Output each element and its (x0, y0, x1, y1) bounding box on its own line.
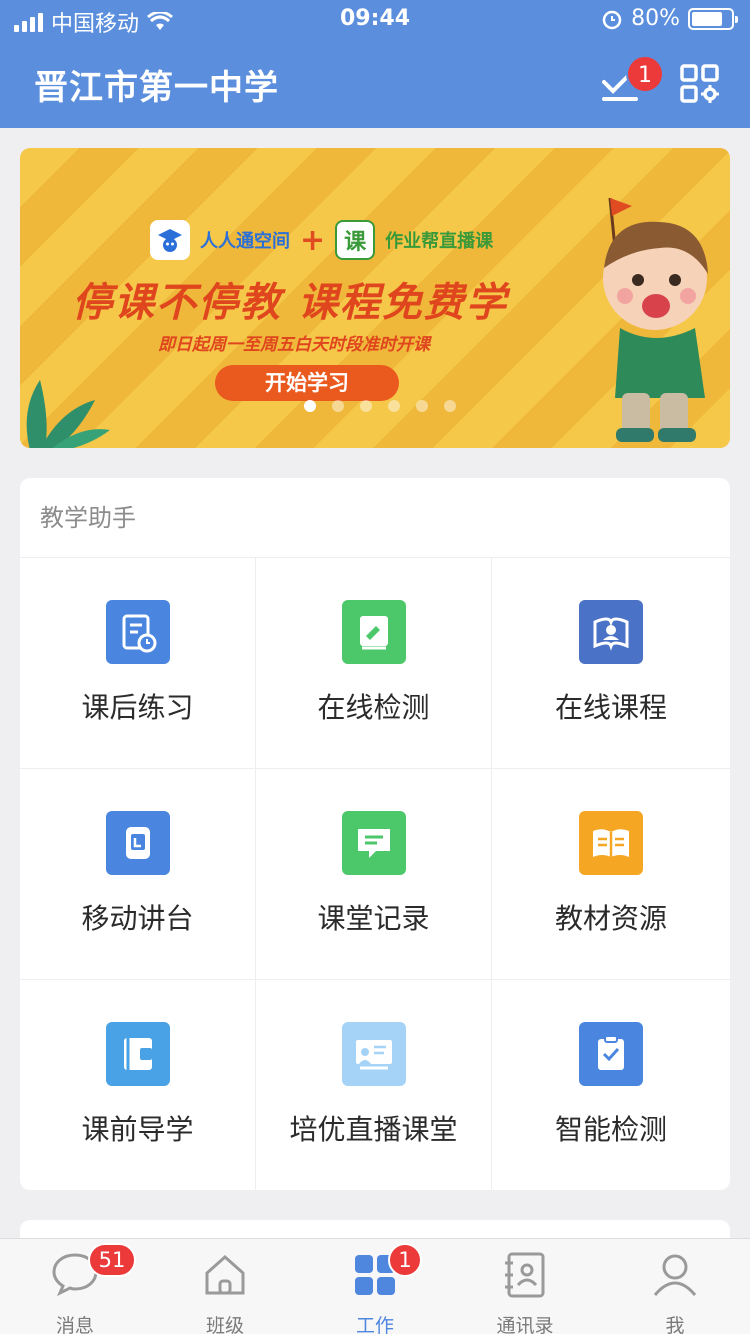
tab-item[interactable]: 班级 (150, 1239, 300, 1334)
feature-label: 课前导学 (81, 1113, 194, 1146)
banner-headline: 停课不停教 课程免费学 (72, 280, 508, 326)
feature-label: 在线课程 (554, 691, 667, 724)
page-title: 晋江市第一中学 (34, 68, 279, 108)
tab-label: 我 (665, 1315, 685, 1334)
tab-badge: 1 (388, 1243, 422, 1277)
plus-sign: + (300, 222, 326, 258)
battery-percent: 80% (631, 6, 680, 31)
contacts-book-icon (499, 1249, 551, 1305)
tab-item[interactable]: 我 (600, 1239, 750, 1334)
feature-label: 培优直播课堂 (289, 1113, 458, 1146)
tab-item[interactable]: 消息 51 (0, 1239, 150, 1334)
battery-icon (688, 7, 738, 30)
class-record-icon (341, 811, 406, 875)
pagination-dot[interactable] (388, 400, 400, 412)
banner-subline: 即日起周一至周五白天时段准时开课 (158, 335, 430, 355)
banner-pagination[interactable] (304, 400, 456, 412)
tab-label: 工作 (355, 1315, 394, 1334)
alarm-icon (602, 10, 622, 29)
cartoon-kid-illustration (603, 197, 708, 442)
tab-badge: 51 (88, 1243, 136, 1277)
tab-label: 消息 (55, 1315, 94, 1334)
feature-tile[interactable]: 课前导学 (20, 980, 256, 1190)
pagination-dot[interactable] (332, 400, 344, 412)
todo-badge: 1 (626, 55, 664, 93)
mobile-podium-icon (105, 811, 170, 875)
online-test-icon (341, 600, 406, 664)
feature-tile[interactable]: 智能检测 (492, 980, 730, 1190)
section-title: 教学助手 (20, 478, 730, 558)
feature-tile[interactable]: 教材资源 (492, 769, 730, 980)
renrentong-logo-icon (150, 220, 190, 260)
scan-settings-icon[interactable] (680, 64, 720, 104)
feature-tile[interactable]: 在线课程 (492, 558, 730, 769)
app-header: 中国移动 09:44 80% 晋江市第一中学 1 (0, 0, 750, 128)
feature-label: 课堂记录 (317, 902, 430, 935)
preview-guide-icon (105, 1022, 170, 1086)
live-class-icon (341, 1022, 406, 1086)
textbook-icon (579, 811, 643, 875)
brand-renrentong: 人人通空间 (200, 231, 290, 252)
leaf-decoration-icon (26, 380, 110, 448)
pagination-dot[interactable] (444, 400, 456, 412)
tab-label: 班级 (205, 1315, 244, 1334)
feature-label: 移动讲台 (81, 902, 194, 935)
brand-zuoyebang: 作业帮直播课 (385, 231, 494, 252)
pagination-dot[interactable] (304, 400, 316, 412)
feature-tile[interactable]: 移动讲台 (20, 769, 256, 980)
smart-test-icon (579, 1022, 643, 1086)
profile-icon (649, 1249, 701, 1305)
feature-tile[interactable]: 课后练习 (20, 558, 256, 769)
teaching-assistant-card: 教学助手 课后练习 在线检测 在线课程移动讲台 课堂记录 教材资源课前导学 培优直播课堂 智… (20, 478, 730, 1190)
feature-label: 智能检测 (554, 1113, 667, 1146)
promo-banner[interactable]: 人人通空间 + 课 作业帮直播课 停课不停教 课程免费学 即日起周一至周五白天时… (20, 148, 730, 448)
feature-tile[interactable]: 在线检测 (256, 558, 492, 769)
tab-item[interactable]: 工作 1 (300, 1239, 450, 1334)
feature-label: 在线检测 (317, 691, 430, 724)
home-icon (199, 1249, 251, 1305)
bottom-tab-bar: 消息 51 班级 工作 1 通讯录 我 (0, 1238, 750, 1334)
feature-grid: 课后练习 在线检测 在线课程移动讲台 课堂记录 教材资源课前导学 培优直播课堂 智能检测 (20, 558, 730, 1190)
pagination-dot[interactable] (416, 400, 428, 412)
banner-brands: 人人通空间 + 课 作业帮直播课 (150, 220, 493, 260)
feature-label: 教材资源 (554, 902, 667, 935)
online-course-icon (579, 600, 643, 664)
tab-label: 通讯录 (496, 1315, 554, 1334)
feature-tile[interactable]: 课堂记录 (256, 769, 492, 980)
homework-icon (105, 600, 170, 664)
status-bar: 中国移动 09:44 80% (0, 0, 750, 40)
start-learning-button[interactable]: 开始学习 (215, 365, 399, 401)
feature-label: 课后练习 (81, 691, 194, 724)
pagination-dot[interactable] (360, 400, 372, 412)
zuoyebang-logo-icon: 课 (335, 220, 376, 260)
feature-tile[interactable]: 培优直播课堂 (256, 980, 492, 1190)
tab-item[interactable]: 通讯录 (450, 1239, 600, 1334)
